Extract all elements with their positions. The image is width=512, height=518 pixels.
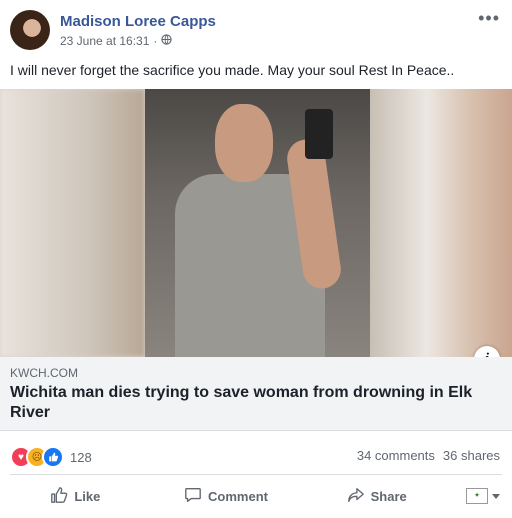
shares-count[interactable]: 36 shares bbox=[443, 448, 500, 463]
share-icon bbox=[347, 486, 365, 507]
meta-separator: · bbox=[153, 34, 158, 48]
like-label: Like bbox=[74, 488, 101, 504]
post-header: Madison Loree Capps 23 June at 16:31 · •… bbox=[0, 0, 512, 58]
thumbs-up-icon bbox=[50, 486, 68, 507]
share-button[interactable]: Share bbox=[301, 486, 452, 507]
audience-selector[interactable]: ✦ bbox=[466, 488, 500, 504]
share-label: Share bbox=[370, 488, 407, 504]
page-logo-icon: ✦ bbox=[466, 488, 488, 504]
selfie-photo bbox=[145, 89, 370, 357]
comments-count[interactable]: 34 comments bbox=[357, 448, 435, 463]
post-meta: 23 June at 16:31 · bbox=[60, 34, 173, 48]
link-image[interactable] bbox=[0, 89, 512, 357]
link-preview[interactable]: KWCH.COM Wichita man dies trying to save… bbox=[0, 357, 512, 431]
divider bbox=[10, 474, 502, 475]
comment-icon bbox=[184, 486, 202, 507]
comment-button[interactable]: Comment bbox=[151, 486, 302, 507]
post-stats: 34 comments 36 shares bbox=[357, 448, 500, 463]
photo-head bbox=[215, 104, 273, 182]
like-button[interactable]: Like bbox=[0, 486, 151, 507]
link-headline[interactable]: Wichita man dies trying to save woman fr… bbox=[10, 383, 480, 423]
post-text: I will never forget the sacrifice you ma… bbox=[10, 62, 455, 78]
link-domain: KWCH.COM bbox=[10, 366, 78, 380]
more-options-icon[interactable]: ••• bbox=[478, 8, 500, 29]
photo-phone bbox=[305, 109, 333, 159]
reaction-count: 128 bbox=[70, 449, 92, 465]
image-blur-right bbox=[370, 89, 512, 357]
post-timestamp[interactable]: 23 June at 16:31 bbox=[60, 34, 149, 48]
author-name[interactable]: Madison Loree Capps bbox=[60, 13, 216, 30]
image-blur-left bbox=[0, 89, 145, 357]
comment-label: Comment bbox=[208, 488, 268, 504]
globe-icon bbox=[161, 34, 173, 48]
reactions-summary[interactable]: ♥ ☹ 128 bbox=[10, 446, 92, 468]
action-bar: Like Comment Share bbox=[0, 480, 512, 512]
like-reaction-icon bbox=[42, 446, 64, 468]
avatar[interactable] bbox=[10, 10, 50, 50]
chevron-down-icon bbox=[492, 493, 500, 499]
